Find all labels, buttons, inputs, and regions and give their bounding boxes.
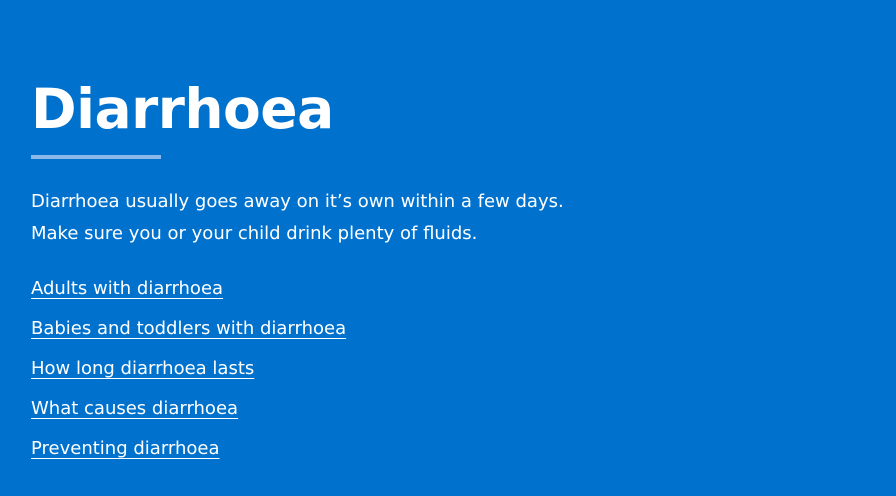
link-what-causes-diarrhoea[interactable]: What causes diarrhoea bbox=[31, 398, 238, 419]
list-item: Babies and toddlers with diarrhoea bbox=[31, 315, 346, 355]
list-item: Preventing diarrhoea bbox=[31, 435, 346, 475]
topic-links-list: Adults with diarrhoea Babies and toddler… bbox=[31, 275, 346, 475]
link-babies-and-toddlers[interactable]: Babies and toddlers with diarrhoea bbox=[31, 318, 346, 339]
link-how-long-diarrhoea-lasts[interactable]: How long diarrhoea lasts bbox=[31, 358, 254, 379]
intro-text: Diarrhoea usually goes away on it’s own … bbox=[31, 186, 564, 250]
page-title: Diarrhoea bbox=[31, 77, 334, 141]
link-preventing-diarrhoea[interactable]: Preventing diarrhoea bbox=[31, 438, 220, 459]
title-underline-divider bbox=[31, 155, 161, 159]
list-item: What causes diarrhoea bbox=[31, 395, 346, 435]
list-item: How long diarrhoea lasts bbox=[31, 355, 346, 395]
hero-panel: Diarrhoea Diarrhoea usually goes away on… bbox=[0, 0, 896, 496]
link-adults-with-diarrhoea[interactable]: Adults with diarrhoea bbox=[31, 278, 223, 299]
list-item: Adults with diarrhoea bbox=[31, 275, 346, 315]
intro-line-2: Make sure you or your child drink plenty… bbox=[31, 223, 478, 244]
intro-line-1: Diarrhoea usually goes away on it’s own … bbox=[31, 191, 564, 212]
